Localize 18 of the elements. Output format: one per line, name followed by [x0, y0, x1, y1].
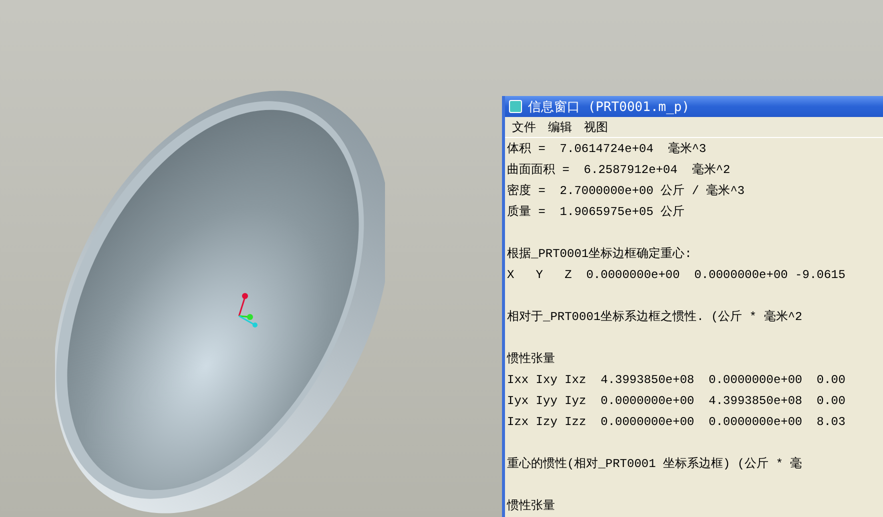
- info-text-line: X Y Z 0.0000000e+00 0.0000000e+00 -9.0615: [507, 267, 846, 284]
- info-text-line: 惯性张量: [507, 351, 556, 368]
- info-text-line: 根据_PRT0001坐标边框确定重心:: [507, 246, 693, 263]
- window-icon: [509, 100, 522, 114]
- info-text-line: Izx Izy Izz 0.0000000e+00 0.0000000e+00 8.03: [507, 414, 846, 431]
- info-text-line: 惯性张量: [507, 498, 556, 515]
- info-text-line: Ixx Ixy Ixz 4.3993850e+08 0.0000000e+00 0.00: [507, 372, 846, 389]
- info-text-line: 密度 = 2.7000000e+00 公斤 / 毫米^3: [507, 182, 746, 200]
- info-text-line: 曲面面积 = 6.2587912e+04 毫米^2: [507, 162, 732, 179]
- info-text-line: 体积 = 7.0614724e+04 毫米^3: [507, 140, 708, 158]
- info-text-line: 重心的惯性(相对_PRT0001 坐标系边框) (公斤 * 毫: [507, 456, 804, 473]
- menu-item[interactable]: 编辑: [548, 118, 572, 136]
- info-text-line: Iyx Iyy Iyz 0.0000000e+00 4.3993850e+08 0.00: [507, 393, 846, 410]
- window-title: 信息窗口 (PRT0001.m_p): [528, 98, 690, 116]
- info-text-line: 质量 = 1.9065975e+05 公斤: [507, 204, 686, 221]
- menu-item[interactable]: 文件: [512, 118, 536, 136]
- menu-item[interactable]: 视图: [584, 118, 608, 136]
- info-text-line: 相对于_PRT0001坐标系边框之惯性. (公斤 * 毫米^2: [507, 308, 804, 326]
